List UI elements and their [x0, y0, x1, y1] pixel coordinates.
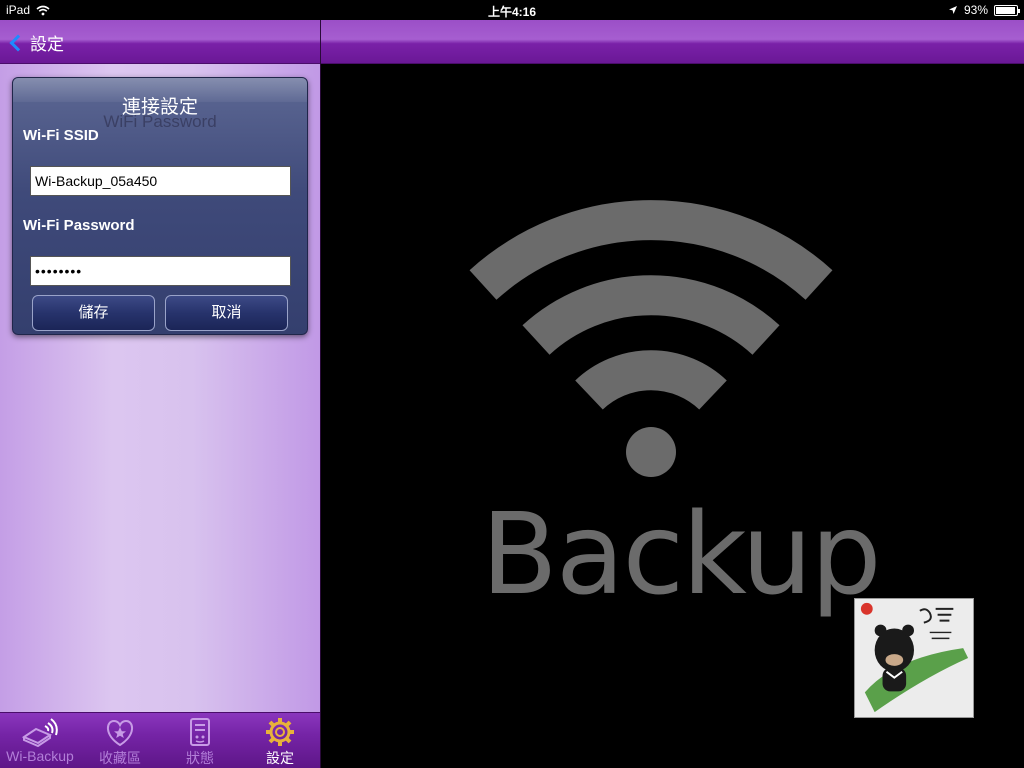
heart-star-icon: [107, 719, 133, 747]
battery-icon: [994, 4, 1020, 16]
wifi-icon: [469, 200, 833, 477]
status-bar: iPad 上午4:16 93%: [0, 0, 1024, 20]
ssid-label: Wi-Fi SSID: [23, 127, 99, 144]
left-nav-bar: 設定: [0, 20, 320, 64]
password-label: Wi-Fi Password: [23, 217, 135, 234]
tab-label: 收藏區: [99, 750, 141, 766]
clock: 上午4:16: [487, 5, 537, 19]
backup-wordmark: Backup: [481, 490, 882, 620]
tab-bar: Wi-Backup 收藏區 狀態 設定: [0, 712, 320, 768]
status-document-icon: [190, 718, 210, 746]
cancel-button[interactable]: 取消: [165, 295, 288, 331]
gear-icon: [266, 718, 294, 746]
connection-settings-dialog: WiFi Password 連接設定 Wi-Fi SSID Wi-Fi Pass…: [12, 77, 308, 335]
save-button[interactable]: 儲存: [32, 295, 155, 331]
tab-settings[interactable]: 設定: [240, 713, 320, 768]
tab-label: 狀態: [186, 750, 214, 766]
password-input[interactable]: [30, 256, 291, 286]
dialog-title: 連接設定: [121, 97, 198, 118]
back-button-label: 設定: [30, 35, 64, 54]
left-pane: 設定 WiFi Password 連接設定 Wi-Fi SSID Wi-Fi P…: [0, 20, 320, 768]
screen: iPad 上午4:16 93% 設定 WiFi Password 連接設定 Wi…: [0, 0, 1024, 768]
chevron-left-icon: [9, 34, 27, 51]
tab-wibackup[interactable]: Wi-Backup: [0, 713, 80, 768]
battery-percent: 93%: [963, 3, 988, 17]
right-nav-bar: [321, 20, 1024, 64]
tab-favorites[interactable]: 收藏區: [80, 713, 160, 768]
tab-label: 設定: [266, 750, 294, 766]
location-arrow-icon: [948, 6, 957, 14]
status-right: 93%: [948, 3, 1020, 17]
back-button[interactable]: 設定: [6, 30, 64, 55]
wibackup-icon: [21, 718, 58, 747]
battery-fill: [996, 6, 1015, 14]
watermark-logo: [854, 598, 974, 718]
tab-label: Wi-Backup: [6, 748, 74, 764]
tab-status[interactable]: 狀態: [160, 713, 240, 768]
ssid-input[interactable]: [30, 166, 291, 196]
